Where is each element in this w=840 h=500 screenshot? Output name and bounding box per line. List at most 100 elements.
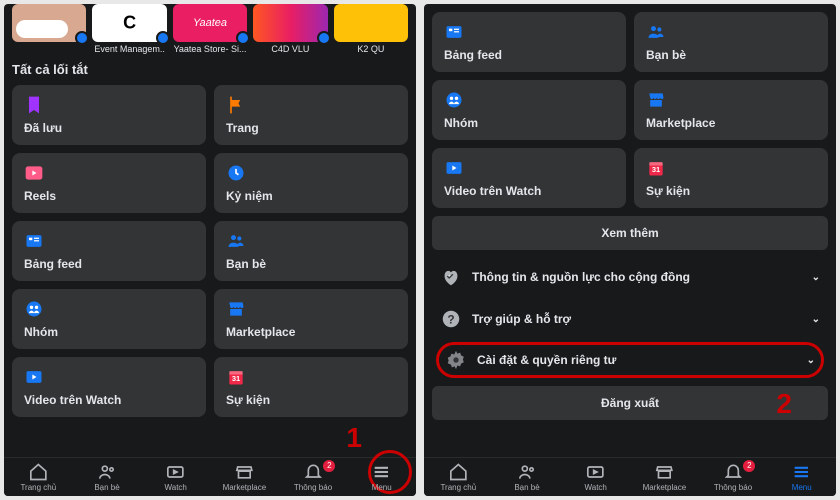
nav-label: Menu <box>767 483 836 492</box>
groups-icon <box>24 299 44 319</box>
bottom-nav: Trang chủBạn bèWatchMarketplace2Thông bá… <box>4 457 416 496</box>
tile-feed[interactable]: Bảng feed <box>12 221 206 281</box>
tile-groups[interactable]: Nhóm <box>432 80 626 140</box>
tile-feed[interactable]: Bảng feed <box>432 12 626 72</box>
marketplace-icon <box>210 462 279 482</box>
phone-left: CEvent Managem.. YaateaYaatea Store- Si.… <box>4 4 416 496</box>
nav-bell[interactable]: 2Thông báo <box>279 462 348 492</box>
feed-icon <box>444 22 464 42</box>
bookmark-icon <box>24 95 44 115</box>
tile-watch[interactable]: Video trên Watch <box>432 148 626 208</box>
friends-icon <box>73 462 142 482</box>
marketplace-icon <box>646 90 666 110</box>
events-icon: 31 <box>226 367 246 387</box>
accordion-settings[interactable]: Cài đặt & quyền riêng tư ⌄ <box>436 342 824 378</box>
nav-label: Bạn bè <box>73 483 142 492</box>
nav-menu[interactable]: Menu <box>347 462 416 492</box>
chevron-down-icon: ⌄ <box>812 272 820 283</box>
tile-flag[interactable]: Trang <box>214 85 408 145</box>
accordion-help[interactable]: ? Trợ giúp & hỗ trợ ⌄ <box>432 298 828 340</box>
bottom-nav: Trang chủBạn bèWatchMarketplace2Thông bá… <box>424 457 836 496</box>
nav-bell[interactable]: 2Thông báo <box>699 462 768 492</box>
nav-home[interactable]: Trang chủ <box>424 462 493 492</box>
shortcut-item[interactable]: C4D VLU <box>253 4 327 54</box>
tile-label: Bạn bè <box>226 257 396 271</box>
tile-label: Nhóm <box>444 116 614 130</box>
shortcut-item[interactable]: YaateaYaatea Store- Si... <box>173 4 247 54</box>
tile-label: Bảng feed <box>444 48 614 62</box>
bell-icon <box>279 462 348 482</box>
shortcut-item[interactable] <box>12 4 86 54</box>
reels-icon <box>24 163 44 183</box>
nav-marketplace[interactable]: Marketplace <box>210 462 279 492</box>
chevron-down-icon: ⌄ <box>807 355 815 366</box>
help-icon: ? <box>440 308 462 330</box>
nav-friends[interactable]: Bạn bè <box>73 462 142 492</box>
shortcut-item[interactable]: K2 QU <box>334 4 408 54</box>
menu-icon <box>767 462 836 482</box>
marketplace-icon <box>630 462 699 482</box>
shortcuts-row: CEvent Managem.. YaateaYaatea Store- Si.… <box>12 4 408 54</box>
nav-friends[interactable]: Bạn bè <box>493 462 562 492</box>
nav-label: Thông báo <box>699 483 768 492</box>
watch-icon <box>444 158 464 178</box>
tile-label: Reels <box>24 189 194 203</box>
flag-icon <box>226 95 246 115</box>
nav-label: Bạn bè <box>493 483 562 492</box>
chevron-down-icon: ⌄ <box>812 314 820 325</box>
accordion-community[interactable]: Thông tin & nguồn lực cho cộng đồng⌄ <box>432 256 828 298</box>
nav-home[interactable]: Trang chủ <box>4 462 73 492</box>
see-more-button[interactable]: Xem thêm <box>432 216 828 250</box>
svg-text:?: ? <box>447 313 454 327</box>
nav-menu[interactable]: Menu <box>767 462 836 492</box>
tile-label: Marketplace <box>226 325 396 339</box>
tile-marketplace[interactable]: Marketplace <box>214 289 408 349</box>
feed-icon <box>24 231 44 251</box>
watch-icon <box>561 462 630 482</box>
nav-watch[interactable]: Watch <box>561 462 630 492</box>
tile-friends[interactable]: Bạn bè <box>634 12 828 72</box>
tile-events[interactable]: 31 Sự kiện <box>634 148 828 208</box>
tile-events[interactable]: 31Sự kiện <box>214 357 408 417</box>
accordion-label: Trợ giúp & hỗ trợ <box>472 312 571 326</box>
nav-label: Menu <box>347 483 416 492</box>
tile-label: Marketplace <box>646 116 816 130</box>
nav-marketplace[interactable]: Marketplace <box>630 462 699 492</box>
events-icon: 31 <box>646 158 666 178</box>
svg-text:31: 31 <box>652 165 660 174</box>
tile-label: Kỷ niệm <box>226 189 396 203</box>
menu-icon <box>347 462 416 482</box>
logout-button[interactable]: Đăng xuất <box>432 386 828 420</box>
tile-watch[interactable]: Video trên Watch <box>12 357 206 417</box>
nav-label: Marketplace <box>210 483 279 492</box>
watch-icon <box>24 367 44 387</box>
tile-label: Video trên Watch <box>24 393 194 407</box>
svg-text:31: 31 <box>232 374 240 383</box>
nav-label: Trang chủ <box>424 483 493 492</box>
nav-label: Marketplace <box>630 483 699 492</box>
nav-watch[interactable]: Watch <box>141 462 210 492</box>
shortcut-item[interactable]: CEvent Managem.. <box>92 4 166 54</box>
tile-friends[interactable]: Bạn bè <box>214 221 408 281</box>
accordion-label: Cài đặt & quyền riêng tư <box>477 353 616 367</box>
tile-groups[interactable]: Nhóm <box>12 289 206 349</box>
settings-icon <box>445 349 467 371</box>
tile-label: Nhóm <box>24 325 194 339</box>
tile-label: Bạn bè <box>646 48 816 62</box>
friends-icon <box>493 462 562 482</box>
section-title: Tất cả lối tắt <box>12 62 408 77</box>
groups-icon <box>444 90 464 110</box>
nav-label: Watch <box>561 483 630 492</box>
tile-label: Sự kiện <box>646 184 816 198</box>
marketplace-icon <box>226 299 246 319</box>
tile-label: Trang <box>226 121 396 135</box>
nav-label: Watch <box>141 483 210 492</box>
tile-clock[interactable]: Kỷ niệm <box>214 153 408 213</box>
nav-label: Trang chủ <box>4 483 73 492</box>
tile-reels[interactable]: Reels <box>12 153 206 213</box>
home-icon <box>424 462 493 482</box>
tile-marketplace[interactable]: Marketplace <box>634 80 828 140</box>
phone-right: Bảng feed Bạn bè Nhóm Marketplace Video trên… <box>424 4 836 496</box>
watch-icon <box>141 462 210 482</box>
tile-bookmark[interactable]: Đã lưu <box>12 85 206 145</box>
